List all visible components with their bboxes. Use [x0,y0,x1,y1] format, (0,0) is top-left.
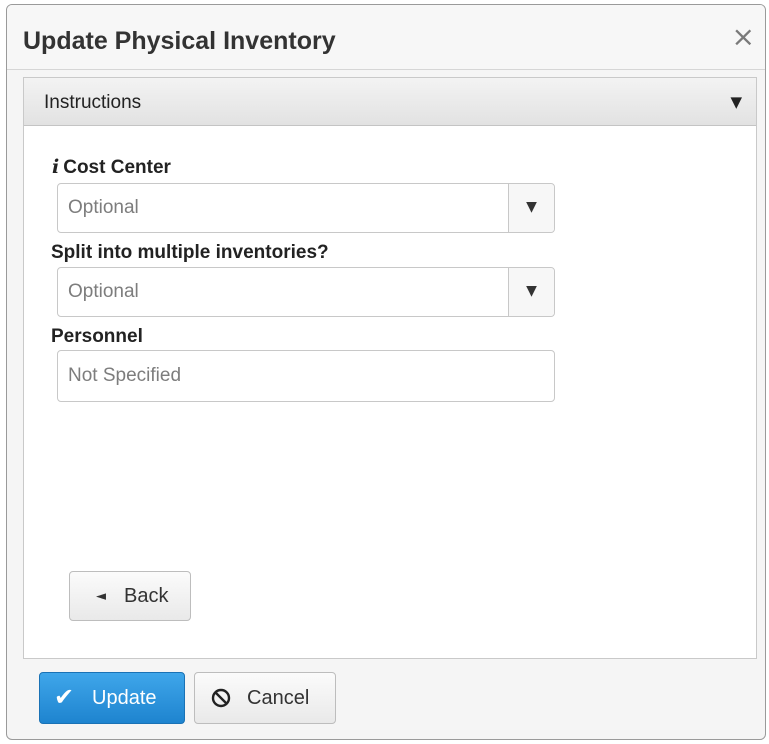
cancel-button[interactable]: Cancel [194,672,336,724]
checkmark-icon: ✔ [54,683,75,711]
chevron-down-icon: ▼ [526,199,537,215]
chevron-down-icon: ▼ [526,283,537,299]
back-button[interactable]: ◄ Back [69,571,191,621]
close-icon[interactable]: × [732,23,755,51]
cost-center-value: Optional [68,197,139,218]
dialog-titlebar: Update Physical Inventory × [7,5,765,70]
form-panel: Instructions ▼ i Cost Center Optional ▼ S… [23,77,757,659]
cost-center-label: i Cost Center [52,156,171,179]
update-button[interactable]: ✔ Update [39,672,185,724]
personnel-label: Personnel [51,326,143,347]
update-physical-inventory-dialog: Update Physical Inventory × Instructions… [6,4,766,740]
back-arrow-icon: ◄ [96,589,106,604]
update-button-label: Update [92,687,157,709]
cost-center-label-text: Cost Center [63,157,171,178]
split-select[interactable]: Optional ▼ [57,267,555,317]
caret-down-icon: ▼ [730,93,742,111]
split-label: Split into multiple inventories? [51,242,329,263]
instructions-label: Instructions [44,92,142,113]
info-icon[interactable]: i [52,156,59,178]
cost-center-dropdown-button[interactable]: ▼ [508,184,554,232]
cost-center-select[interactable]: Optional ▼ [57,183,555,233]
ban-icon [211,688,231,708]
cancel-button-label: Cancel [247,687,310,709]
split-dropdown-button[interactable]: ▼ [508,268,554,316]
dialog-title: Update Physical Inventory [23,27,336,55]
split-value: Optional [68,281,139,302]
personnel-value: Not Specified [68,365,182,386]
instructions-toggle[interactable]: Instructions ▼ [24,78,756,126]
back-button-label: Back [124,585,169,607]
personnel-input[interactable]: Not Specified [57,350,555,402]
